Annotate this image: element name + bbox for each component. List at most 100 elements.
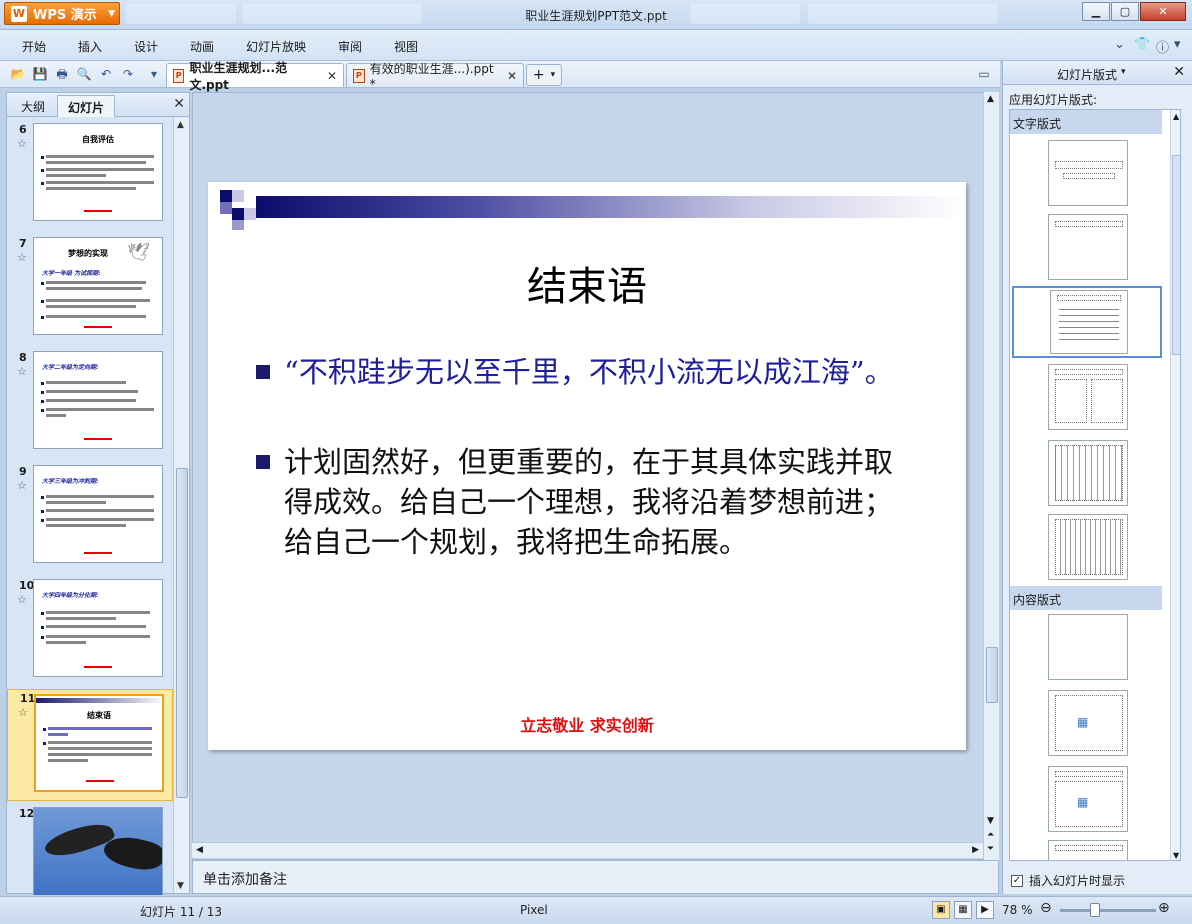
close-icon[interactable]: ✕	[1173, 64, 1185, 80]
previous-slide-icon[interactable]: ⏶	[987, 830, 994, 840]
animation-star-icon: ☆	[17, 137, 27, 150]
tab-doc-1[interactable]: P 职业生涯规划...范文.ppt ✕	[166, 61, 344, 92]
new-tab-button[interactable]: + ▾	[526, 64, 562, 86]
task-pane-header: 幻灯片版式 ▾ ✕	[1003, 61, 1192, 85]
layout-list-scrollbar[interactable]: ▲ ▼	[1170, 110, 1180, 860]
open-folder-icon[interactable]: 📂	[10, 66, 26, 82]
notes-pane[interactable]: 单击添加备注	[192, 860, 999, 894]
chevron-down-icon: ▾	[550, 70, 556, 80]
slide-title[interactable]: 结束语	[208, 254, 966, 312]
layout-title-and-content[interactable]: ▦	[1048, 766, 1128, 832]
scroll-right-icon[interactable]: ▶	[972, 845, 979, 855]
bullet-text: 计划固然好，但更重要的，在于其具体实践并取得成效。给自己一个理想，我将沿着梦想前…	[284, 445, 894, 559]
slideshow-icon[interactable]: ▶	[976, 901, 994, 919]
thumbnail-subtitle: 大学一年级 为试探期:	[42, 270, 101, 277]
layout-title-slide[interactable]	[1048, 140, 1128, 206]
thumbnail-preview-eagles	[33, 807, 163, 895]
section-content-layouts: 内容版式	[1010, 586, 1162, 610]
undo-icon[interactable]: ↶	[98, 66, 114, 82]
slide-panel-scrollbar[interactable]: ▲ ▼	[173, 118, 189, 893]
print-icon[interactable]: 🖶	[54, 66, 70, 82]
menu-design[interactable]: 设计	[134, 38, 158, 55]
scroll-up-icon[interactable]: ▲	[177, 120, 184, 130]
slide-sorter-icon[interactable]: ▦	[954, 901, 972, 919]
layout-list: 文字版式 内容版式 ▦ ▦ ▲ ▼	[1009, 109, 1181, 861]
scroll-up-icon[interactable]: ▲	[1173, 112, 1179, 121]
help-icon[interactable]: ⓘ	[1156, 37, 1169, 56]
layout-content[interactable]: ▦	[1048, 690, 1128, 756]
task-pane-title[interactable]: 幻灯片版式	[1057, 66, 1117, 83]
plus-icon: +	[532, 67, 545, 83]
slide-thumbnail[interactable]: 10 ☆ 大学四年级为分化期:	[7, 577, 173, 687]
minimize-button[interactable]: ▁	[1082, 2, 1110, 21]
layout-blank[interactable]	[1048, 614, 1128, 680]
status-bar: 幻灯片 11 / 13 Pixel ▣ ▦ ▶ 78 % ⊖ ⊕	[0, 896, 1192, 924]
scroll-left-icon[interactable]: ◀	[196, 845, 203, 855]
slide-thumbnail[interactable]: 6 ☆ 自我评估	[7, 121, 173, 231]
window-title: 职业生涯规划PPT范文.ppt	[525, 9, 667, 23]
zoom-in-icon[interactable]: ⊕	[1158, 900, 1170, 916]
chevron-down-icon[interactable]: ▾	[1121, 67, 1126, 77]
scroll-down-icon[interactable]: ▼	[1173, 851, 1179, 860]
layout-vertical-text[interactable]	[1048, 440, 1128, 506]
editor-horizontal-scrollbar[interactable]: ◀ ▶	[192, 842, 983, 858]
collapse-ribbon-icon[interactable]: ⌄	[1114, 37, 1125, 52]
current-slide[interactable]: 结束语 “不积跬步无以至千里，不积小流无以成江海”。 计划固然好，但更重要的，在…	[208, 182, 966, 750]
window-layout-icon[interactable]: ▭	[976, 66, 992, 82]
scroll-up-icon[interactable]: ▲	[987, 94, 994, 104]
layout-content-partial[interactable]	[1048, 840, 1128, 860]
zoom-out-icon[interactable]: ⊖	[1040, 900, 1052, 916]
slide-thumbnail[interactable]: 9 ☆ 大学三年级为冲刺期:	[7, 463, 173, 573]
thumbnail-title: 自我评估	[82, 135, 114, 144]
menu-home[interactable]: 开始	[22, 38, 46, 55]
maximize-button[interactable]: ▢	[1111, 2, 1139, 21]
close-button[interactable]: ✕	[1140, 2, 1186, 21]
thumbnail-preview: 大学二年级为定向期:	[33, 351, 163, 449]
scroll-down-icon[interactable]: ▼	[987, 816, 994, 826]
editor-vertical-scrollbar[interactable]: ▲ ▼ ⏶ ⏷	[983, 92, 999, 860]
customize-toolbar-icon[interactable]: ▾	[146, 66, 162, 82]
skin-icon[interactable]: 👕	[1134, 37, 1150, 52]
scrollbar-thumb[interactable]	[176, 468, 188, 798]
bullet-square-icon	[256, 365, 270, 379]
next-slide-icon[interactable]: ⏷	[987, 844, 994, 854]
show-on-insert-checkbox[interactable]: ✓ 插入幻灯片时显示	[1011, 872, 1125, 889]
slide-footer[interactable]: 立志敬业 求实创新	[208, 712, 966, 736]
menu-animation[interactable]: 动画	[190, 38, 214, 55]
tab-doc-2[interactable]: P 有效的职业生涯...).ppt * ✕	[346, 62, 524, 91]
menu-review[interactable]: 审阅	[338, 38, 362, 55]
slide-bullet-1[interactable]: “不积跬步无以至千里，不积小流无以成江海”。	[256, 352, 916, 392]
menu-insert[interactable]: 插入	[78, 38, 102, 55]
close-tab-icon[interactable]: ✕	[327, 69, 337, 83]
layout-vertical-title-text[interactable]	[1048, 514, 1128, 580]
slide-thumbnail[interactable]: 12	[7, 805, 173, 895]
normal-view-icon[interactable]: ▣	[932, 901, 950, 919]
thumbnail-subtitle: 大学三年级为冲刺期:	[42, 478, 99, 485]
layout-title-only[interactable]	[1048, 214, 1128, 280]
zoom-slider[interactable]	[1060, 909, 1156, 912]
slide-thumbnail[interactable]: 7 ☆ 梦想的实现 大学一年级 为试探期: 🕊	[7, 235, 173, 345]
slide-thumbnail-selected[interactable]: 11 ☆ 结束语	[7, 689, 173, 801]
tab-slides[interactable]: 幻灯片	[57, 95, 116, 117]
slide-bullet-2[interactable]: 计划固然好，但更重要的，在于其具体实践并取得成效。给自己一个理想，我将沿着梦想前…	[256, 442, 916, 562]
tab-label: 有效的职业生涯...).ppt *	[369, 62, 494, 91]
menu-slideshow[interactable]: 幻灯片放映	[246, 38, 306, 55]
layout-two-columns[interactable]	[1048, 364, 1128, 430]
save-icon[interactable]: 💾	[32, 66, 48, 82]
scrollbar-thumb[interactable]	[1172, 155, 1180, 355]
zoom-level: 78 %	[1002, 903, 1033, 917]
menu-view[interactable]: 视图	[394, 38, 418, 55]
bullet-text: “不积跬步无以至千里，不积小流无以成江海”。	[284, 355, 894, 389]
redo-icon[interactable]: ↷	[120, 66, 136, 82]
scrollbar-thumb[interactable]	[986, 647, 998, 703]
tab-outline[interactable]: 大纲	[11, 95, 55, 117]
help-dropdown-icon[interactable]: ▾	[1174, 37, 1181, 52]
close-tab-icon[interactable]: ✕	[507, 69, 517, 83]
scroll-down-icon[interactable]: ▼	[177, 881, 184, 891]
close-icon[interactable]: ✕	[173, 96, 185, 112]
zoom-slider-handle[interactable]	[1090, 903, 1100, 917]
print-preview-icon[interactable]: 🔍	[76, 66, 92, 82]
checkbox[interactable]: ✓	[1011, 874, 1023, 887]
layout-title-and-text[interactable]	[1012, 286, 1162, 358]
slide-thumbnail[interactable]: 8 ☆ 大学二年级为定向期:	[7, 349, 173, 459]
